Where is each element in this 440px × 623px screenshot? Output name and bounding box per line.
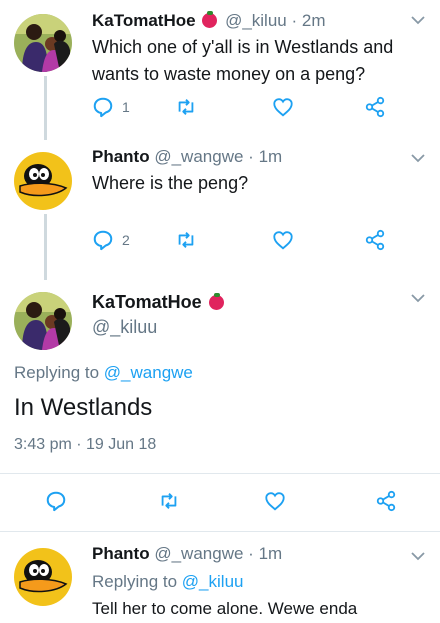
tweet-actions: 2 <box>0 226 440 254</box>
retweet-button[interactable] <box>175 93 197 121</box>
handle[interactable]: @_wangwe <box>154 147 243 166</box>
reply-button[interactable] <box>45 487 67 515</box>
tweet-text-line: Which one of y'all is in Westlands and <box>92 37 394 57</box>
separator: · <box>291 11 298 30</box>
tweet-actions <box>0 487 440 515</box>
tweet-text-line: Where is the peng? <box>92 173 249 193</box>
timestamp[interactable]: 1m <box>259 147 283 166</box>
handle[interactable]: @_wangwe <box>154 544 243 563</box>
display-name[interactable]: Phanto <box>92 147 150 166</box>
share-button[interactable] <box>364 226 386 254</box>
replying-to: Replying to @_kiluu <box>92 572 243 592</box>
timestamp[interactable]: 2m <box>302 11 326 30</box>
reply-count: 2 <box>122 232 130 248</box>
share-icon <box>376 490 396 512</box>
like-icon <box>265 492 285 511</box>
display-name[interactable]: KaTomatHoe <box>92 11 196 30</box>
avatar-phanto[interactable] <box>14 152 72 210</box>
tweet-text: Tell her to come alone. Wewe enda <box>92 599 358 618</box>
chevron-down-icon[interactable] <box>410 150 426 166</box>
handle[interactable]: @_kiluu <box>92 317 157 338</box>
reply-icon <box>46 491 66 512</box>
share-button[interactable] <box>375 487 397 515</box>
tweet-header: Phanto @_wangwe · 1m <box>92 544 282 564</box>
timestamp[interactable]: 3:43 pm · 19 Jun 18 <box>14 436 156 454</box>
retweet-button[interactable] <box>158 487 180 515</box>
retweet-icon <box>178 99 194 115</box>
replying-to-label: Replying to <box>92 572 178 591</box>
replying-to-label: Replying to <box>14 363 100 382</box>
tweet-actions: 1 <box>0 93 440 121</box>
tweet-1[interactable]: KaTomatHoe @_kiluu · 2m Which one of y'a… <box>0 0 440 140</box>
tomato-emoji-icon <box>208 293 224 310</box>
reply-count: 1 <box>122 99 130 115</box>
like-button[interactable] <box>264 487 286 515</box>
reply-button[interactable]: 1 <box>92 93 130 121</box>
tweet-text-line: wants to waste money on a peng? <box>92 64 366 84</box>
chevron-down-icon[interactable] <box>410 12 426 28</box>
like-button[interactable] <box>272 226 294 254</box>
tweet-2[interactable]: Phanto @_wangwe · 1m Where is the peng? … <box>0 140 440 280</box>
separator: · <box>248 147 254 166</box>
share-button[interactable] <box>364 93 386 121</box>
tweet-header: KaTomatHoe @_kiluu · 2m <box>92 11 326 31</box>
avatar-katomathoe[interactable] <box>14 292 72 350</box>
tweet-text: Where is the peng? <box>92 170 248 197</box>
replying-to: Replying to @_wangwe <box>14 363 193 383</box>
display-name-text: KaTomatHoe <box>92 292 202 312</box>
tweet-header: Phanto @_wangwe · 1m <box>92 147 282 167</box>
mention-link[interactable]: @_kiluu <box>182 572 244 591</box>
retweet-button[interactable] <box>175 226 197 254</box>
like-icon <box>273 231 293 250</box>
handle[interactable]: @_kiluu <box>225 11 287 30</box>
focused-tweet: KaTomatHoe @_kiluu Replying to @_wangwe … <box>0 280 440 532</box>
avatar-katomathoe[interactable] <box>14 14 72 72</box>
share-icon <box>365 96 385 118</box>
timestamp[interactable]: 1m <box>259 544 283 563</box>
chevron-down-icon[interactable] <box>410 548 426 564</box>
retweet-icon <box>161 493 177 509</box>
tweet-text: Which one of y'all is in Westlands and w… <box>92 34 393 88</box>
like-icon <box>273 98 293 117</box>
separator: · <box>248 544 254 563</box>
tweet-text: In Westlands <box>14 394 153 421</box>
share-icon <box>365 229 385 251</box>
retweet-icon <box>178 232 194 248</box>
reply-icon <box>93 230 113 251</box>
reply-button[interactable]: 2 <box>92 226 130 254</box>
tomato-emoji-icon <box>202 11 218 28</box>
display-name[interactable]: Phanto <box>92 544 150 563</box>
avatar-phanto[interactable] <box>14 548 72 606</box>
like-button[interactable] <box>272 93 294 121</box>
display-name[interactable]: KaTomatHoe <box>92 292 227 313</box>
chevron-down-icon[interactable] <box>410 290 426 306</box>
reply-tweet[interactable]: Phanto @_wangwe · 1m Replying to @_kiluu… <box>0 532 440 623</box>
divider <box>0 473 440 474</box>
mention-link[interactable]: @_wangwe <box>104 363 193 382</box>
reply-icon <box>93 97 113 118</box>
